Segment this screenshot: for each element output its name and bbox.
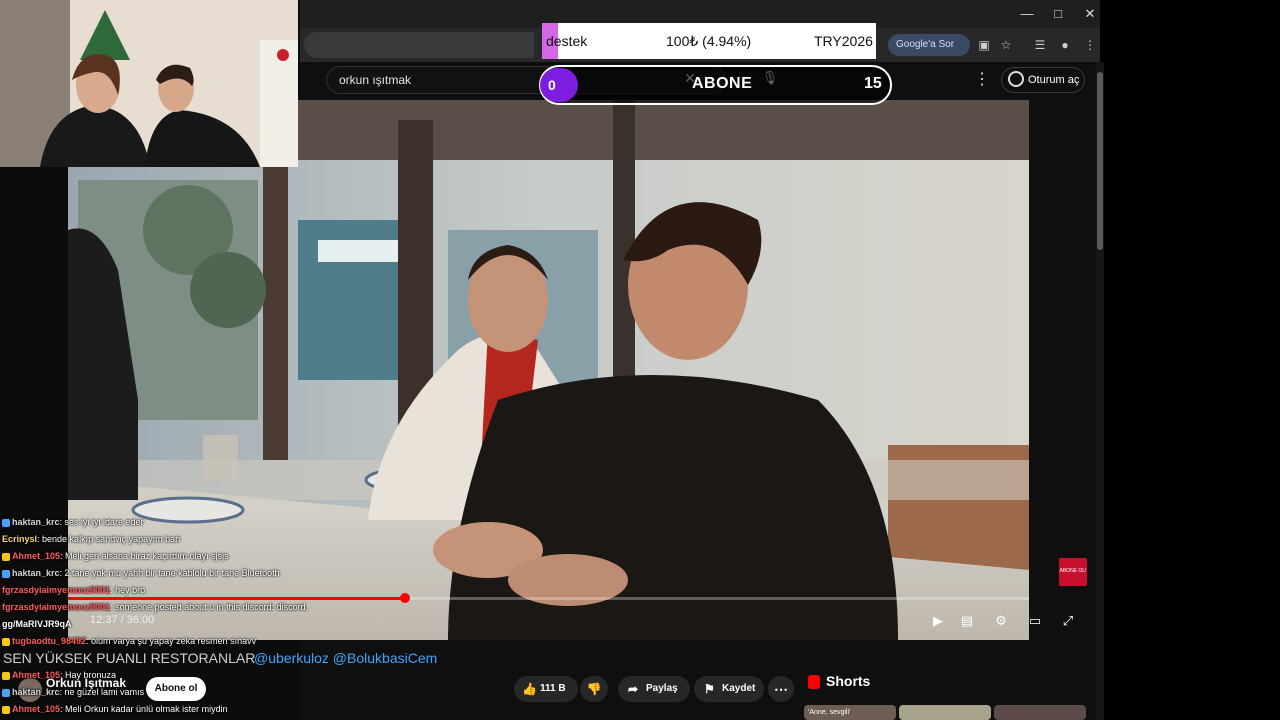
chat-text: : 2 tane yok mu yahh bir tane kablolu bi…	[59, 568, 280, 578]
chat-message: Ecrinysl: bende kalkıp sandviç yapayım b…	[2, 531, 180, 548]
chat-text: : hey bro	[110, 585, 146, 595]
media-control-icon[interactable]: ☰	[1031, 36, 1049, 54]
donation-goal: destek 100₺ (4.94%) TRY2026	[542, 23, 876, 59]
chat-message: gg/MaRIVJR9qA	[2, 616, 72, 633]
chat-username[interactable]: haktan_krc	[12, 517, 60, 527]
chat-username[interactable]: Ahmet_105	[12, 670, 60, 680]
chat-username[interactable]: gg/MaRIVJR9qA	[2, 619, 72, 629]
google-sor-button[interactable]: Google'a Sor	[888, 34, 970, 56]
bookmark-icon: ⚑	[704, 682, 715, 696]
subscribe-watermark[interactable]: ABONE OL!	[1059, 558, 1087, 586]
more-actions-button[interactable]: ⋯	[768, 676, 794, 702]
save-button[interactable]: ⚑ Kaydet	[694, 676, 764, 702]
short-thumbnail[interactable]: 'Anne, sevgili'	[804, 705, 896, 720]
dislike-button[interactable]: 👎	[580, 676, 608, 702]
subscriber-goal-label: ABONE	[692, 75, 753, 92]
live-chat-overlay: haktan_krc: ses iyi iyi idare eder Ecriny…	[0, 514, 320, 720]
share-icon: ➦	[628, 682, 639, 696]
like-count: 111 B	[540, 683, 566, 694]
chat-text: : Meli geri alsana biraz kaçırdım olayı …	[60, 551, 229, 561]
minimize-icon[interactable]: —	[1012, 4, 1042, 24]
bookmark-star-icon[interactable]: ☆	[997, 36, 1015, 54]
chat-username[interactable]: fgrzasdyiaimyemocz9001	[2, 602, 110, 612]
chat-text: : someone posted about u in this discord…	[110, 602, 309, 612]
share-label: Paylaş	[646, 683, 678, 694]
chat-username[interactable]: haktan_krc	[12, 568, 60, 578]
chat-badge-icon	[2, 705, 10, 714]
save-label: Kaydet	[722, 683, 756, 694]
maximize-icon[interactable]: □	[1043, 4, 1073, 24]
chat-message: Ahmet_105: Meli Orkun kadar ünlü olmak i…	[2, 701, 228, 718]
chat-message: tugbaodtu_98492: olum varya şu yapay zek…	[2, 633, 256, 650]
close-icon[interactable]: ✕	[1075, 4, 1105, 24]
chat-text: : olum varya şu yapay zeka resmen sınavv	[86, 636, 257, 646]
profile-icon[interactable]: ●	[1056, 36, 1074, 54]
chat-text: : Hay bronuza	[60, 670, 117, 680]
chat-text: : Meli Orkun kadar ünlü olmak ister miyd…	[60, 704, 228, 714]
donation-code: TRY2026	[814, 33, 873, 49]
chat-text: : ses iyi iyi idare eder	[59, 517, 144, 527]
fullscreen-icon[interactable]: ⤢	[1058, 612, 1078, 630]
shorts-heading: Shorts	[826, 673, 871, 689]
thumbs-down-icon: 👎	[586, 682, 602, 696]
subscribe-watermark-label: ABONE OL!	[1059, 568, 1087, 574]
account-icon	[1008, 71, 1024, 87]
chat-username[interactable]: Ahmet_105	[12, 704, 60, 714]
chat-username[interactable]: fgrzasdyiaimyemocz9001	[2, 585, 110, 595]
chat-message: fgrzasdyiaimyemocz9001: someone posted a…	[2, 599, 308, 616]
webcam-scene	[0, 0, 298, 167]
short-thumbnail[interactable]	[994, 705, 1086, 720]
chat-badge-icon	[2, 569, 10, 578]
chat-username[interactable]: Ecrinysl	[2, 534, 37, 544]
cast-icon[interactable]: ▣	[975, 36, 993, 54]
google-sor-label: Google'a Sor	[896, 39, 955, 50]
chat-badge-icon	[2, 671, 10, 680]
like-button[interactable]: 👍 111 B	[514, 676, 578, 702]
chat-badge-icon	[2, 688, 10, 697]
chat-message: haktan_krc: ne güzel lami vamıs	[2, 684, 144, 701]
chat-username[interactable]: tugbaodtu_98492	[12, 636, 86, 646]
webcam-overlay	[0, 0, 298, 167]
url-field[interactable]	[304, 32, 534, 58]
more-options-icon[interactable]: ⋮	[974, 70, 990, 90]
chat-username[interactable]: haktan_krc	[12, 687, 60, 697]
chat-message: Ahmet_105: Hay bronuza	[2, 667, 116, 684]
autoplay-toggle-icon[interactable]: ▶	[928, 612, 948, 630]
chat-text: : bende kalkıp sandviç yapayım bari	[37, 534, 181, 544]
right-background	[1100, 0, 1280, 720]
subscriber-goal-target: 15	[864, 75, 882, 92]
more-horizontal-icon: ⋯	[774, 681, 788, 697]
subscriber-goal-current: 0	[540, 68, 578, 102]
theater-mode-icon[interactable]: ▭	[1025, 612, 1045, 630]
chat-badge-icon	[2, 518, 10, 527]
scrollbar-thumb[interactable]	[1097, 72, 1103, 250]
chat-badge-icon	[2, 552, 10, 561]
donation-amount: 100₺ (4.94%)	[666, 33, 752, 49]
donation-label: destek	[546, 33, 588, 49]
captions-icon[interactable]: ▤	[957, 612, 977, 630]
chat-message: haktan_krc: 2 tane yok mu yahh bir tane …	[2, 565, 280, 582]
chat-message: fgrzasdyiaimyemocz9001: hey bro	[2, 582, 145, 599]
chat-username[interactable]: Ahmet_105	[12, 551, 60, 561]
thumbs-up-icon: 👍	[522, 682, 537, 696]
chat-message: haktan_krc: ses iyi iyi idare eder	[2, 514, 144, 531]
progress-scrubber[interactable]	[400, 593, 410, 603]
browser-menu-icon[interactable]: ⋮	[1081, 36, 1099, 54]
chat-text: : ne güzel lami vamıs	[59, 687, 145, 697]
short-thumbnail[interactable]	[899, 705, 991, 720]
signin-label: Oturum aç	[1028, 74, 1080, 86]
settings-icon[interactable]: ⚙	[991, 612, 1011, 630]
chat-badge-icon	[2, 637, 10, 646]
share-button[interactable]: ➦ Paylaş	[618, 676, 690, 702]
chat-message: Ahmet_105: Meli geri alsana biraz kaçırd…	[2, 548, 229, 565]
